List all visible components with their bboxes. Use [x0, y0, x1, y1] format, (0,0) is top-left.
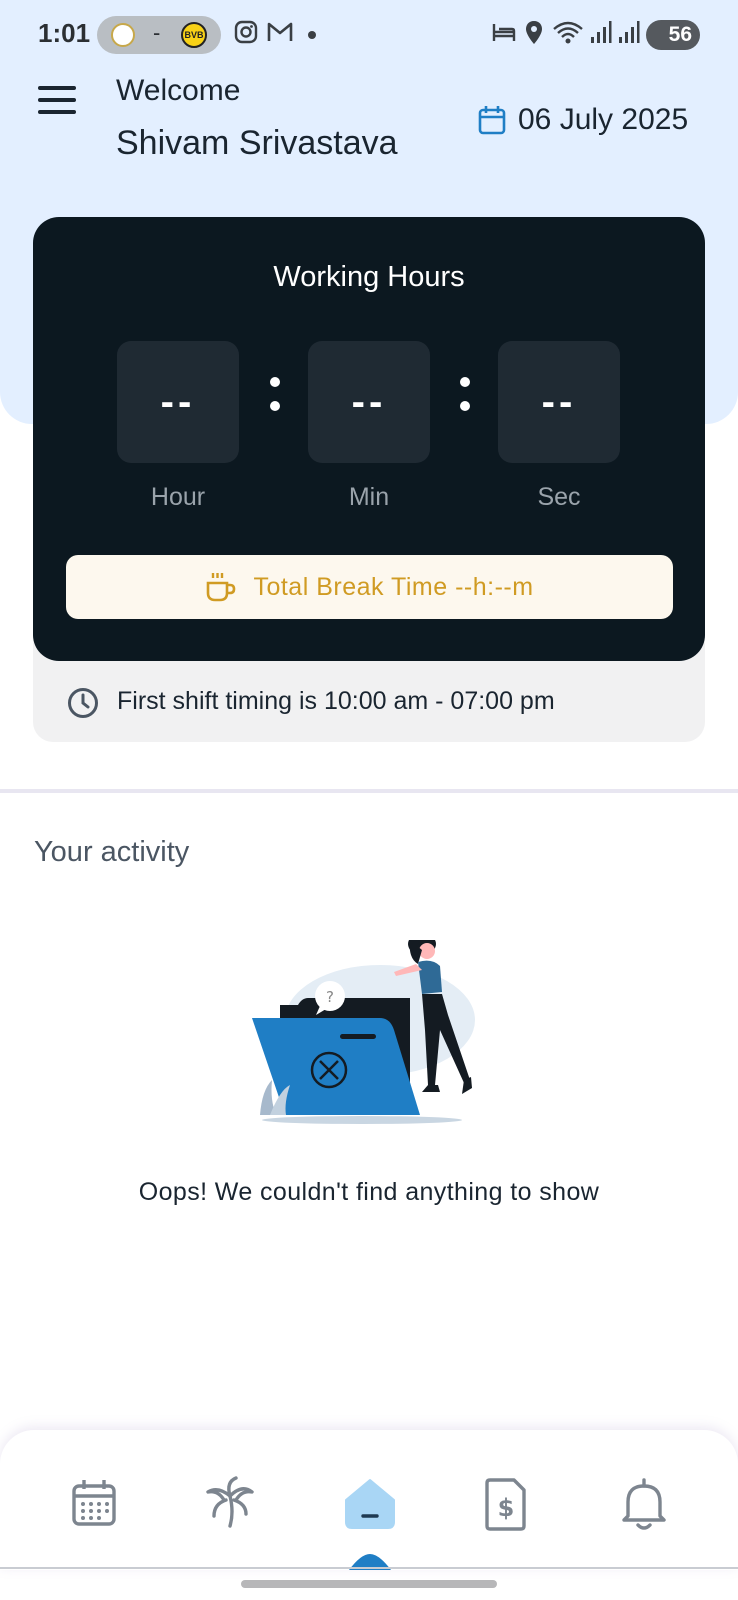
- bottom-navigation: $: [0, 1430, 738, 1570]
- svg-text:$: $: [498, 1494, 515, 1522]
- real-madrid-crest-icon: [111, 23, 135, 47]
- instagram-icon: [234, 20, 258, 44]
- nav-bottom-line: [0, 1567, 738, 1569]
- signal-icon: [619, 21, 640, 43]
- location-icon: [526, 21, 542, 44]
- hour-label: Hour: [150, 483, 206, 511]
- date-display[interactable]: 06 July 2025: [478, 102, 688, 138]
- calendar-icon: [478, 106, 506, 135]
- user-name: Shivam Srivastava: [116, 124, 398, 162]
- menu-icon[interactable]: [38, 86, 76, 118]
- signal-icon: [591, 21, 612, 43]
- working-hours-title: Working Hours: [273, 261, 465, 293]
- bed-icon: [492, 24, 516, 41]
- working-hours-card: Working Hours -- -- -- Hour Min Sec Tota…: [33, 217, 705, 661]
- svg-text:?: ?: [326, 988, 334, 1006]
- status-bar: 1:01 - BVB 56: [0, 0, 738, 70]
- palm-tree-icon[interactable]: [200, 1474, 260, 1534]
- home-icon[interactable]: [340, 1474, 400, 1534]
- activity-title: Your activity: [34, 836, 190, 868]
- bell-icon[interactable]: [614, 1474, 674, 1534]
- live-score-pill[interactable]: - BVB: [97, 16, 221, 54]
- gmail-icon: [267, 22, 293, 41]
- status-time: 1:01: [38, 18, 91, 48]
- minute-label: Min: [348, 483, 390, 511]
- score-separator: -: [153, 20, 161, 45]
- second-value: --: [498, 341, 620, 463]
- gesture-handle[interactable]: [241, 1580, 497, 1588]
- battery-icon: 56: [646, 20, 700, 50]
- break-time-text: Total Break Time --h:--m: [253, 572, 534, 601]
- welcome-label: Welcome: [116, 74, 241, 107]
- second-label: Sec: [537, 483, 581, 511]
- section-divider: [0, 789, 738, 793]
- more-notifications-dot: [308, 31, 316, 39]
- minute-value: --: [308, 341, 430, 463]
- invoice-dollar-icon[interactable]: $: [476, 1474, 536, 1534]
- bvb-crest-icon: BVB: [181, 22, 207, 48]
- coffee-cup-icon: [207, 573, 236, 602]
- calendar-grid-icon[interactable]: [64, 1474, 124, 1534]
- colon-separator: [270, 377, 280, 425]
- hour-value: --: [117, 341, 239, 463]
- shift-timing-text: First shift timing is 10:00 am - 07:00 p…: [117, 687, 555, 715]
- wifi-icon: [553, 21, 583, 44]
- total-break-time-bar: Total Break Time --h:--m: [66, 555, 673, 619]
- empty-state-message: Oops! We couldn't find anything to show: [138, 1178, 600, 1206]
- empty-state-illustration: ?: [252, 940, 475, 1124]
- date-text: 06 July 2025: [518, 103, 689, 136]
- clock-icon: [68, 688, 98, 718]
- colon-separator: [460, 377, 470, 425]
